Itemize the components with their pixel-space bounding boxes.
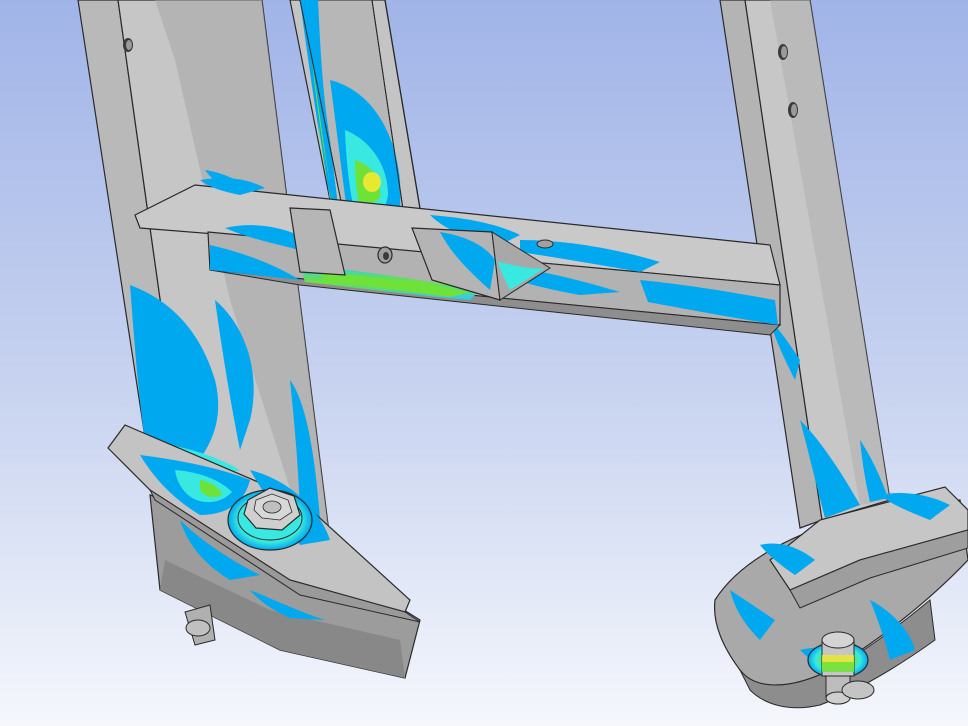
fea-viewport[interactable]: [0, 0, 968, 726]
fea-stress-render: [0, 0, 968, 726]
